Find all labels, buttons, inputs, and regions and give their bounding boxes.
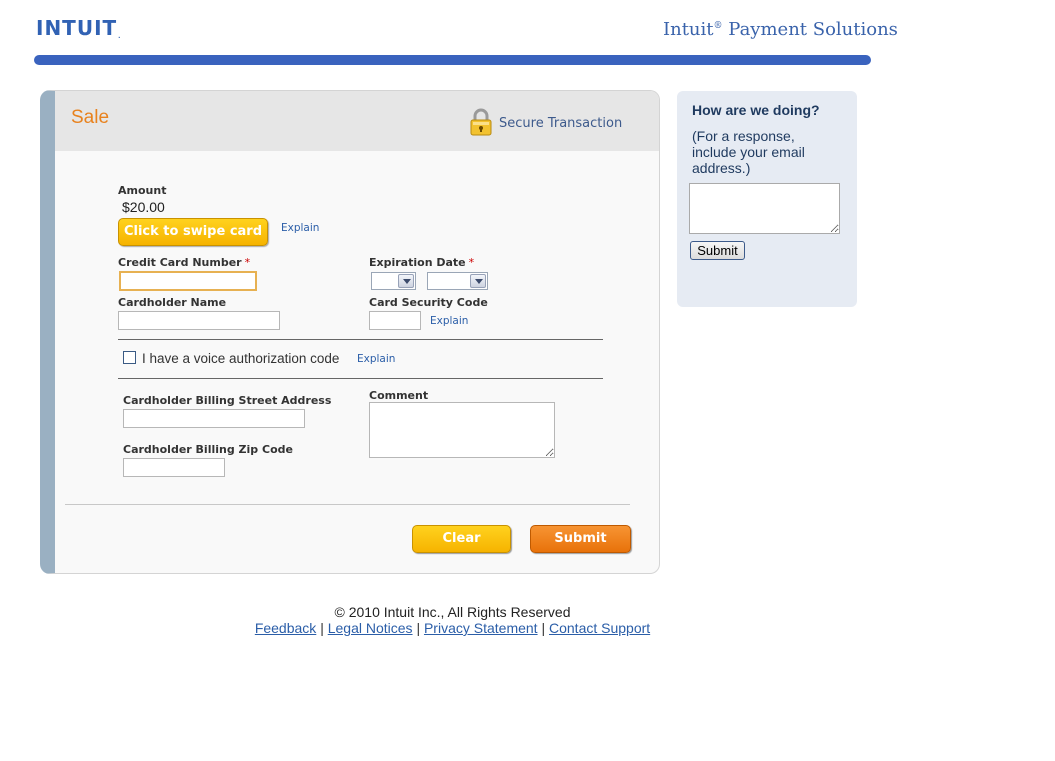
feedback-text: (For a response, include your email addr… bbox=[692, 128, 805, 176]
cardholder-name-input[interactable] bbox=[118, 311, 280, 330]
comment-textarea[interactable] bbox=[369, 402, 555, 458]
footer-link-contact[interactable]: Contact Support bbox=[549, 620, 650, 636]
brand-name: Intuit bbox=[663, 19, 714, 40]
copyright: © 2010 Intuit Inc., All Rights Reserved bbox=[334, 604, 571, 620]
clear-button[interactable]: Clear bbox=[412, 525, 511, 553]
submit-button[interactable]: Submit bbox=[530, 525, 631, 553]
expiration-year-select[interactable] bbox=[427, 272, 488, 290]
footer-link-legal[interactable]: Legal Notices bbox=[328, 620, 413, 636]
feedback-title: How are we doing? bbox=[692, 102, 820, 118]
billing-zip-label: Cardholder Billing Zip Code bbox=[123, 443, 293, 456]
brand-mark: ® bbox=[713, 21, 723, 31]
comment-label: Comment bbox=[369, 389, 429, 402]
card-number-label: Credit Card Number * bbox=[118, 256, 250, 269]
page-title: Sale bbox=[71, 107, 110, 128]
cardholder-name-label: Cardholder Name bbox=[118, 296, 227, 309]
voice-auth-checkbox[interactable] bbox=[123, 351, 136, 364]
feedback-submit-button[interactable]: Submit bbox=[690, 241, 745, 260]
link-separator: | bbox=[416, 620, 421, 636]
divider bbox=[118, 378, 603, 379]
required-mark: * bbox=[244, 256, 251, 269]
link-separator: | bbox=[541, 620, 546, 636]
feedback-textarea[interactable] bbox=[689, 183, 840, 234]
logo-trademark: . bbox=[118, 33, 121, 40]
panel-header: Sale Secure Transaction bbox=[55, 91, 659, 151]
swipe-explain-link[interactable]: Explain bbox=[281, 222, 319, 234]
chevron-down-icon bbox=[470, 274, 486, 288]
required-mark: * bbox=[468, 256, 475, 269]
sale-panel: Sale Secure Transaction Amount $20.00 Cl… bbox=[40, 90, 660, 574]
card-number-label-text: Credit Card Number bbox=[118, 256, 242, 269]
card-number-input[interactable] bbox=[119, 271, 257, 291]
link-separator: | bbox=[320, 620, 324, 636]
billing-zip-input[interactable] bbox=[123, 458, 225, 477]
security-explain-link[interactable]: Explain bbox=[430, 315, 468, 327]
amount-label: Amount bbox=[118, 184, 167, 197]
footer-link-feedback[interactable]: Feedback bbox=[255, 620, 316, 636]
footer-links: Feedback | Legal Notices | Privacy State… bbox=[0, 620, 905, 636]
footer-link-privacy[interactable]: Privacy Statement bbox=[424, 620, 538, 636]
logo-text: INTUIT bbox=[36, 16, 118, 40]
billing-street-input[interactable] bbox=[123, 409, 305, 428]
voice-explain-link[interactable]: Explain bbox=[357, 353, 395, 365]
billing-street-label: Cardholder Billing Street Address bbox=[123, 394, 332, 407]
voice-auth-label: I have a voice authorization code bbox=[142, 351, 340, 366]
amount-value: $20.00 bbox=[122, 199, 165, 215]
chevron-down-icon bbox=[398, 274, 414, 288]
swipe-card-button[interactable]: Click to swipe card bbox=[118, 218, 268, 246]
security-code-input[interactable] bbox=[369, 311, 421, 330]
intuit-logo: INTUIT. bbox=[36, 16, 120, 40]
expiration-label-text: Expiration Date bbox=[369, 256, 466, 269]
header-bar bbox=[34, 55, 871, 65]
feedback-box: How are we doing? (For a response, inclu… bbox=[677, 91, 857, 307]
divider bbox=[118, 339, 603, 340]
brand-title: Intuit® Payment Solutions bbox=[663, 19, 898, 40]
brand-suffix: Payment Solutions bbox=[728, 19, 898, 40]
secure-transaction-label: Secure Transaction bbox=[499, 116, 623, 131]
security-code-label: Card Security Code bbox=[369, 296, 488, 309]
expiration-label: Expiration Date * bbox=[369, 256, 474, 269]
expiration-month-select[interactable] bbox=[371, 272, 416, 290]
divider bbox=[65, 504, 630, 505]
lock-icon bbox=[470, 108, 492, 136]
